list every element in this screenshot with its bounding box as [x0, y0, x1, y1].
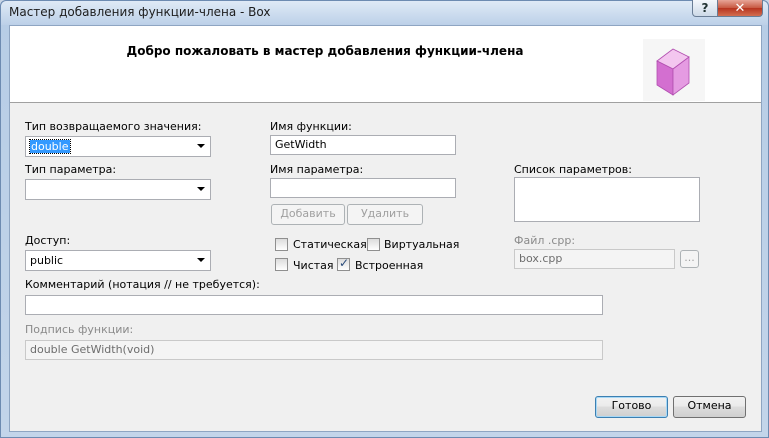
checkmark-icon: ✓ [339, 256, 350, 270]
chevron-down-icon[interactable] [197, 187, 205, 191]
param-list-label: Список параметров: [514, 163, 632, 176]
inline-checkbox[interactable]: ✓ [337, 256, 350, 271]
return-type-combo[interactable]: double [25, 136, 211, 157]
cancel-button[interactable]: Отмена [673, 396, 746, 418]
remove-param-button[interactable]: Удалить [347, 204, 423, 225]
param-type-label: Тип параметра: [25, 163, 117, 176]
signature-field: double GetWidth(void) [25, 340, 603, 360]
param-name-label: Имя параметра: [270, 163, 364, 176]
pure-label: Чистая [293, 259, 334, 272]
help-button[interactable]: ? [692, 0, 718, 17]
return-type-value: double [29, 139, 71, 154]
cpp-file-input[interactable]: box.cpp [514, 249, 675, 269]
param-list-box[interactable] [514, 177, 700, 222]
comment-input[interactable] [25, 295, 603, 315]
param-type-combo[interactable] [25, 179, 211, 200]
wizard-banner: Добро пожаловать в мастер добавления фун… [10, 26, 761, 103]
comment-label: Комментарий (нотация // не требуется): [25, 278, 260, 291]
access-label: Доступ: [25, 234, 71, 247]
function-name-label: Имя функции: [270, 120, 352, 133]
chevron-down-icon[interactable] [197, 144, 205, 148]
static-label: Статическая [293, 238, 367, 251]
close-button[interactable]: ✕ [717, 0, 763, 17]
chevron-down-icon[interactable] [197, 258, 205, 262]
pure-checkbox[interactable] [275, 258, 288, 271]
finish-button[interactable]: Готово [595, 396, 668, 418]
static-checkbox[interactable] [275, 238, 288, 251]
signature-label: Подпись функции: [25, 323, 134, 336]
add-param-button[interactable]: Добавить [271, 204, 345, 225]
banner-title: Добро пожаловать в мастер добавления фун… [126, 44, 524, 58]
browse-button[interactable]: ... [680, 250, 699, 268]
virtual-checkbox[interactable] [367, 238, 380, 251]
cpp-file-label: Файл .cpp: [514, 234, 576, 247]
inline-label: Встроенная [355, 259, 424, 272]
return-type-label: Тип возвращаемого значения: [25, 120, 202, 133]
cube-icon [643, 39, 705, 101]
param-name-input[interactable] [270, 178, 456, 198]
access-value: public [30, 254, 64, 267]
virtual-label: Виртуальная [384, 238, 460, 251]
function-name-input[interactable]: GetWidth [270, 135, 456, 155]
dialog-window: Мастер добавления функции-члена - Box ? … [0, 0, 769, 438]
title-bar[interactable]: Мастер добавления функции-члена - Box [1, 1, 768, 25]
dialog-client-area: Добро пожаловать в мастер добавления фун… [9, 25, 762, 432]
access-combo[interactable]: public [25, 250, 211, 271]
window-title: Мастер добавления функции-члена - Box [9, 5, 271, 19]
